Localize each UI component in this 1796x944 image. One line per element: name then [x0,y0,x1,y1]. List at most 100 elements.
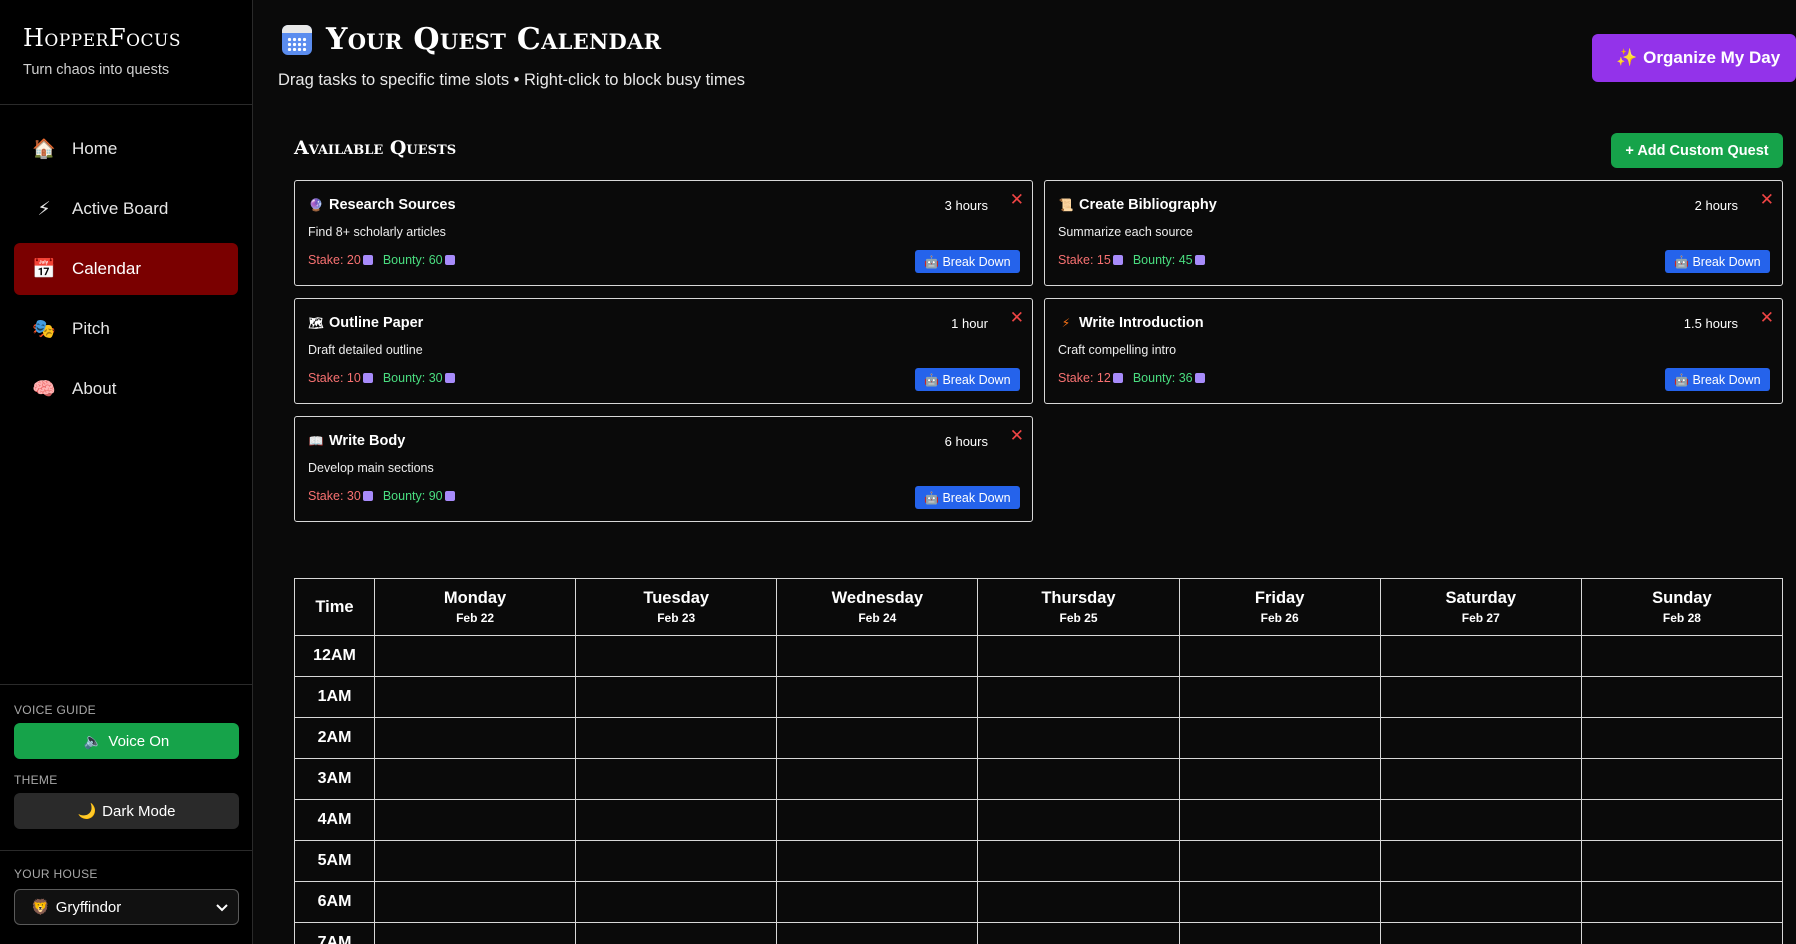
time-slot-cell[interactable] [1379,676,1582,718]
map-icon: 🗺 [308,316,324,330]
time-slot-cell[interactable] [1379,635,1582,677]
time-slot-cell[interactable] [776,881,979,923]
time-slot-cell[interactable] [575,758,778,800]
lightning-icon: ⚡ [1061,316,1071,330]
time-slot-cell[interactable] [776,922,979,944]
close-icon[interactable]: ✕ [1760,309,1774,326]
add-custom-quest-button[interactable]: + Add Custom Quest [1611,133,1783,168]
time-slot-cell[interactable] [373,717,577,759]
week-calendar-grid: Time Monday Feb 22 Tuesday Feb 23 Wednesda… [294,578,1784,944]
time-slot-cell[interactable] [1580,676,1784,718]
break-down-button[interactable]: 🤖 Break Down [915,486,1020,509]
quest-card[interactable]: 🗺 Outline Paper 1 hour ✕ Draft detailed … [294,298,1033,404]
time-slot-cell[interactable] [1379,881,1582,923]
time-slot-cell[interactable] [373,840,577,882]
time-slot-cell[interactable] [1379,717,1582,759]
time-slot-cell[interactable] [575,881,778,923]
house-icon: 🏠 [32,139,56,160]
time-slot-cell[interactable] [977,635,1180,677]
sidebar-item-active-board[interactable]: ⚡ Active Board [14,183,238,235]
time-slot-row: 6AM [294,881,1784,923]
time-slot-cell[interactable] [575,840,778,882]
voice-toggle-button[interactable]: 🔈 Voice On [14,723,239,759]
time-slot-cell[interactable] [575,922,778,944]
time-slot-cell[interactable] [1379,922,1582,944]
main-content: Your Quest Calendar Drag tasks to specif… [253,0,1796,944]
close-icon[interactable]: ✕ [1010,191,1024,208]
time-slot-cell[interactable] [1178,717,1381,759]
time-slot-cell[interactable] [575,799,778,841]
time-slot-cell[interactable] [776,635,979,677]
time-slot-cell[interactable] [1580,635,1784,677]
quest-title-text: Write Body [329,433,406,449]
time-slot-cell[interactable] [977,922,1180,944]
quest-card[interactable]: 📖 Write Body 6 hours ✕ Develop main sect… [294,416,1033,522]
voice-guide-label: Voice Guide [14,703,96,717]
time-slot-cell[interactable] [575,635,778,677]
quest-title: ⚡ Write Introduction [1059,315,1204,331]
time-slot-cell[interactable] [373,922,577,944]
sidebar-item-label: Home [72,139,118,158]
break-down-button[interactable]: 🤖 Break Down [1665,250,1770,273]
break-down-button[interactable]: 🤖 Break Down [915,368,1020,391]
time-label: 1AM [294,676,375,718]
house-select[interactable]: 🦁 Gryffindor [14,889,239,925]
time-slot-cell[interactable] [1178,635,1381,677]
time-slot-cell[interactable] [776,717,979,759]
time-slot-cell[interactable] [977,881,1180,923]
quest-bounty: Bounty: 45 [1133,253,1205,267]
time-slot-cell[interactable] [1178,799,1381,841]
time-slot-cell[interactable] [1379,840,1582,882]
time-slot-cell[interactable] [977,799,1180,841]
time-slot-cell[interactable] [575,717,778,759]
time-slot-cell[interactable] [977,717,1180,759]
quest-card[interactable]: ⚡ Write Introduction 1.5 hours ✕ Craft c… [1044,298,1783,404]
time-slot-cell[interactable] [373,799,577,841]
time-slot-cell[interactable] [977,676,1180,718]
break-down-button[interactable]: 🤖 Break Down [1665,368,1770,391]
time-slot-cell[interactable] [1178,758,1381,800]
time-slot-cell[interactable] [1379,799,1582,841]
sidebar-item-home[interactable]: 🏠 Home [14,123,238,175]
quest-bounty: Bounty: 60 [383,253,455,267]
time-slot-cell[interactable] [1178,676,1381,718]
time-slot-cell[interactable] [1580,717,1784,759]
time-slot-cell[interactable] [575,676,778,718]
sidebar-item-about[interactable]: 🧠 About [14,363,238,415]
time-slot-cell[interactable] [1178,881,1381,923]
time-slot-cell[interactable] [1580,840,1784,882]
theme-toggle-button[interactable]: 🌙 Dark Mode [14,793,239,829]
time-slot-cell[interactable] [1580,881,1784,923]
time-slot-cell[interactable] [977,840,1180,882]
time-slot-cell[interactable] [1178,922,1381,944]
sidebar-item-pitch[interactable]: 🎭 Pitch [14,303,238,355]
quest-title-text: Research Sources [329,197,456,213]
time-slot-cell[interactable] [373,758,577,800]
time-slot-cell[interactable] [373,676,577,718]
time-slot-cell[interactable] [1580,758,1784,800]
close-icon[interactable]: ✕ [1760,191,1774,208]
time-slot-cell[interactable] [1379,758,1582,800]
time-slot-cell[interactable] [1580,922,1784,944]
time-slot-cell[interactable] [776,799,979,841]
time-slot-cell[interactable] [977,758,1180,800]
robot-icon: 🤖 [923,372,939,387]
time-slot-cell[interactable] [1178,840,1381,882]
quest-stake: Stake: 15 [1058,253,1123,267]
time-slot-cell[interactable] [776,840,979,882]
close-icon[interactable]: ✕ [1010,427,1024,444]
quest-card[interactable]: 🔮 Research Sources 3 hours ✕ Find 8+ sch… [294,180,1033,286]
day-date: Feb 27 [1461,611,1500,625]
time-slot-cell[interactable] [776,676,979,718]
time-slot-cell[interactable] [373,635,577,677]
sidebar-item-calendar[interactable]: 📅 Calendar [14,243,238,295]
close-icon[interactable]: ✕ [1010,309,1024,326]
break-down-button[interactable]: 🤖 Break Down [915,250,1020,273]
theater-masks-icon: 🎭 [32,319,56,340]
time-slot-cell[interactable] [373,881,577,923]
organize-my-day-button[interactable]: ✨ Organize My Day [1592,34,1796,82]
speaker-icon: 🔈 [83,733,103,750]
time-slot-cell[interactable] [776,758,979,800]
time-slot-cell[interactable] [1580,799,1784,841]
quest-card[interactable]: 📜 Create Bibliography 2 hours ✕ Summariz… [1044,180,1783,286]
